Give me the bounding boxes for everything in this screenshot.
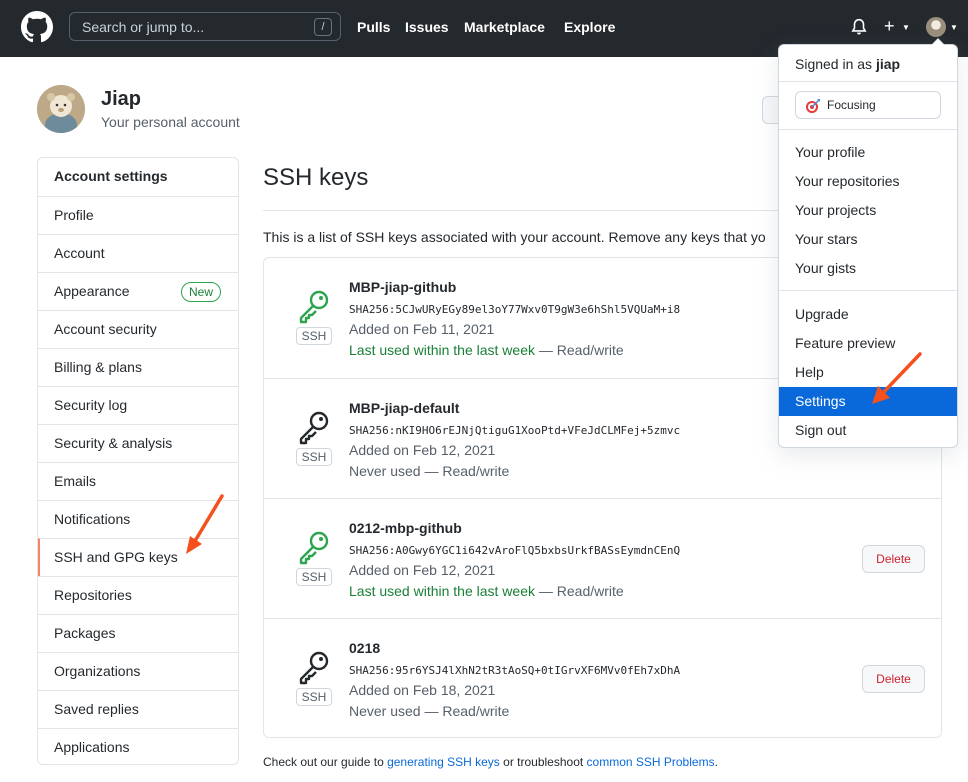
ssh-type-label: SSH (296, 688, 332, 706)
status-text: Focusing (827, 98, 876, 112)
key-access: — Read/write (420, 463, 510, 479)
key-fingerprint: SHA256:nKI9HO6rEJNjQtiguG1XooPtd+VFeJdCL… (349, 424, 681, 437)
avatar (37, 85, 85, 133)
bell-icon[interactable] (850, 18, 868, 36)
key-usage: Never used — Read/write (349, 463, 509, 479)
sidebar-item-applications[interactable]: Applications (38, 728, 238, 764)
menu-item-your-gists[interactable]: Your gists (779, 255, 957, 281)
search-shortcut-hint: / (314, 18, 332, 36)
signed-in-as: Signed in as jiap (795, 56, 900, 72)
list-item: SSH 0218 SHA256:95r6YSJ4lXhN2tR3tAoSQ+0t… (264, 618, 941, 738)
sidebar-item-profile[interactable]: Profile (38, 196, 238, 234)
settings-sidebar: Account settings Profile Account Appeara… (37, 157, 239, 765)
divider (779, 81, 957, 82)
chevron-down-icon: ▼ (902, 23, 910, 32)
key-last-used: Last used within the last week (349, 342, 535, 358)
sidebar-item-packages[interactable]: Packages (38, 614, 238, 652)
key-icon (299, 651, 329, 685)
menu-item-your-profile[interactable]: Your profile (779, 139, 957, 165)
nav-pulls[interactable]: Pulls (357, 19, 390, 35)
target-emoji-icon (806, 99, 820, 113)
sidebar-item-repositories[interactable]: Repositories (38, 576, 238, 614)
help-note-middle: or troubleshoot (499, 755, 587, 769)
sidebar-item-appearance[interactable]: Appearance New (38, 272, 238, 310)
generating-ssh-keys-link[interactable]: generating SSH keys (387, 755, 500, 769)
search-input[interactable]: Search or jump to... / (69, 12, 341, 41)
annotation-arrow-icon (872, 352, 922, 404)
signed-in-username: jiap (875, 56, 901, 72)
list-item: SSH 0212-mbp-github SHA256:A0Gwy6YGC1i64… (264, 498, 941, 618)
sidebar-item-saved-replies[interactable]: Saved replies (38, 690, 238, 728)
create-new-plus-icon[interactable]: + (884, 16, 895, 36)
ssh-help-note: Check out our guide to generating SSH ke… (263, 755, 718, 769)
key-usage: Last used within the last week — Read/wr… (349, 342, 624, 358)
annotation-arrow-icon (186, 494, 224, 554)
key-title: MBP-jiap-default (349, 400, 460, 416)
key-last-used: Never used (349, 463, 421, 479)
nav-issues[interactable]: Issues (405, 19, 449, 35)
key-added-date: Added on Feb 12, 2021 (349, 442, 496, 458)
delete-key-button[interactable]: Delete (862, 665, 925, 693)
page-description: This is a list of SSH keys associated wi… (263, 229, 766, 245)
help-note-prefix: Check out our guide to (263, 755, 388, 769)
search-placeholder: Search or jump to... (82, 19, 205, 35)
nav-marketplace[interactable]: Marketplace (464, 19, 545, 35)
sidebar-item-organizations[interactable]: Organizations (38, 652, 238, 690)
key-usage: Last used within the last week — Read/wr… (349, 583, 624, 599)
profile-subtitle: Your personal account (101, 114, 240, 130)
menu-item-your-stars[interactable]: Your stars (779, 226, 957, 252)
sidebar-item-account-security[interactable]: Account security (38, 310, 238, 348)
key-fingerprint: SHA256:5CJwURyEGy89el3oY77Wxv0T9gW3e6hSh… (349, 303, 681, 316)
set-status-button[interactable]: Focusing (795, 91, 941, 119)
key-access: — Read/write (535, 342, 624, 358)
help-note-suffix: . (714, 755, 718, 769)
signed-in-prefix: Signed in as (795, 56, 876, 72)
key-title: MBP-jiap-github (349, 279, 457, 295)
key-fingerprint: SHA256:95r6YSJ4lXhN2tR3tAoSQ+0tIGrvXF6MV… (349, 664, 681, 677)
menu-item-sign-out[interactable]: Sign out (779, 417, 957, 443)
key-title: 0218 (349, 640, 381, 656)
sidebar-item-account[interactable]: Account (38, 234, 238, 272)
divider (779, 129, 957, 130)
key-added-date: Added on Feb 18, 2021 (349, 682, 496, 698)
new-badge: New (181, 282, 222, 302)
delete-key-button[interactable]: Delete (862, 545, 925, 573)
menu-item-upgrade[interactable]: Upgrade (779, 301, 957, 327)
key-usage: Never used — Read/write (349, 703, 509, 719)
profile-name: Jiap (101, 88, 142, 110)
key-last-used: Never used (349, 703, 421, 719)
divider (779, 290, 957, 291)
nav-explore[interactable]: Explore (564, 19, 615, 35)
key-icon (299, 531, 329, 565)
key-icon (299, 290, 329, 324)
chevron-down-icon: ▼ (950, 23, 958, 32)
sidebar-item-label: Appearance (54, 283, 130, 299)
dropdown-caret-inner (932, 39, 944, 45)
page-title: SSH keys (263, 164, 369, 191)
sidebar-item-security-analysis[interactable]: Security & analysis (38, 424, 238, 462)
menu-item-your-repositories[interactable]: Your repositories (779, 168, 957, 194)
sidebar-item-billing[interactable]: Billing & plans (38, 348, 238, 386)
key-access: — Read/write (420, 703, 510, 719)
menu-item-your-projects[interactable]: Your projects (779, 197, 957, 223)
key-title: 0212-mbp-github (349, 520, 462, 536)
key-access: — Read/write (535, 583, 624, 599)
ssh-type-label: SSH (296, 327, 332, 345)
common-ssh-problems-link[interactable]: common SSH Problems (587, 755, 715, 769)
key-added-date: Added on Feb 12, 2021 (349, 562, 496, 578)
sidebar-item-security-log[interactable]: Security log (38, 386, 238, 424)
ssh-type-label: SSH (296, 568, 332, 586)
header-avatar[interactable] (926, 17, 946, 37)
key-added-date: Added on Feb 11, 2021 (349, 321, 495, 337)
github-logo-icon[interactable] (21, 11, 53, 43)
key-icon (299, 411, 329, 445)
key-last-used: Last used within the last week (349, 583, 535, 599)
sidebar-heading: Account settings (54, 168, 168, 184)
key-fingerprint: SHA256:A0Gwy6YGC1i642vAroFlQ5bxbsUrkfBAS… (349, 544, 681, 557)
ssh-type-label: SSH (296, 448, 332, 466)
